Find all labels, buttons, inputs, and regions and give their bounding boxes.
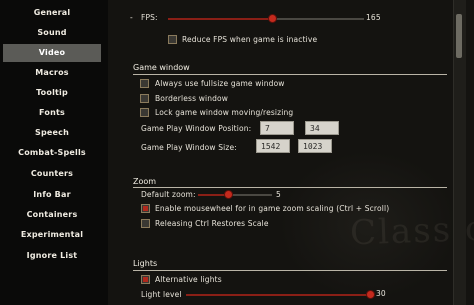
sidebar-item-experimental[interactable]: Experimental	[3, 226, 101, 244]
lights-divider	[133, 270, 447, 271]
sidebar-item-containers[interactable]: Containers	[3, 206, 101, 224]
sidebar: General Sound Video Macros Tooltip Fonts…	[0, 0, 108, 305]
window-position-x-field[interactable]: 7	[260, 121, 294, 135]
fps-slider-knob[interactable]	[268, 14, 277, 23]
light-level-label: Light level	[141, 290, 182, 299]
mousewheel-zoom-checkbox[interactable]	[141, 204, 150, 213]
video-settings-panel: ClassicUO	[108, 0, 474, 305]
alternative-lights-checkbox[interactable]	[141, 275, 150, 284]
reduce-fps-label: Reduce FPS when game is inactive	[182, 35, 318, 44]
window-size-width-field[interactable]: 1542	[256, 139, 290, 153]
sidebar-item-counters[interactable]: Counters	[3, 165, 101, 183]
window-size-height-field[interactable]: 1023	[298, 139, 332, 153]
game-window-title: Game window	[133, 63, 190, 72]
ctrl-restores-scale-checkbox[interactable]	[141, 219, 150, 228]
borderless-window-label: Borderless window	[155, 94, 229, 103]
mousewheel-zoom-label: Enable mousewheel for in game zoom scali…	[155, 204, 390, 213]
lock-window-label: Lock game window moving/resizing	[155, 108, 294, 117]
sidebar-item-macros[interactable]: Macros	[3, 64, 101, 82]
sidebar-item-combat-spells[interactable]: Combat-Spells	[3, 144, 101, 162]
fullsize-window-label: Always use fullsize game window	[155, 79, 285, 88]
zoom-divider	[133, 187, 447, 188]
default-zoom-slider-fill	[198, 194, 226, 196]
default-zoom-slider-knob[interactable]	[224, 190, 233, 199]
sidebar-item-sound[interactable]: Sound	[3, 24, 101, 42]
sidebar-item-fonts[interactable]: Fonts	[3, 104, 101, 122]
settings-scrollbar-thumb[interactable]	[456, 14, 462, 58]
fullsize-window-checkbox[interactable]	[140, 79, 149, 88]
fps-value: 165	[366, 13, 381, 22]
lock-window-checkbox[interactable]	[140, 108, 149, 117]
default-zoom-label: Default zoom:	[141, 190, 196, 199]
lights-title: Lights	[133, 259, 158, 268]
window-position-y-field[interactable]: 34	[305, 121, 339, 135]
fps-dash: -	[130, 13, 133, 22]
zoom-title: Zoom	[133, 177, 157, 186]
sidebar-item-info-bar[interactable]: Info Bar	[3, 186, 101, 204]
light-level-value: 30	[376, 289, 386, 298]
sidebar-item-general[interactable]: General	[3, 4, 101, 22]
borderless-window-checkbox[interactable]	[140, 94, 149, 103]
sidebar-item-video[interactable]: Video	[3, 44, 101, 62]
light-level-slider-knob[interactable]	[366, 290, 375, 299]
fps-slider-fill	[168, 18, 270, 20]
fps-label: FPS:	[141, 13, 158, 22]
sidebar-item-tooltip[interactable]: Tooltip	[3, 84, 101, 102]
window-position-label: Game Play Window Position:	[141, 124, 252, 133]
window-size-label: Game Play Window Size:	[141, 143, 237, 152]
sidebar-item-speech[interactable]: Speech	[3, 124, 101, 142]
default-zoom-value: 5	[276, 190, 281, 199]
reduce-fps-checkbox[interactable]	[168, 35, 177, 44]
game-window-divider	[133, 74, 447, 75]
sidebar-item-ignore-list[interactable]: Ignore List	[3, 247, 101, 265]
alternative-lights-label: Alternative lights	[155, 275, 222, 284]
light-level-slider-fill	[186, 294, 370, 296]
ctrl-restores-scale-label: Releasing Ctrl Restores Scale	[155, 219, 269, 228]
